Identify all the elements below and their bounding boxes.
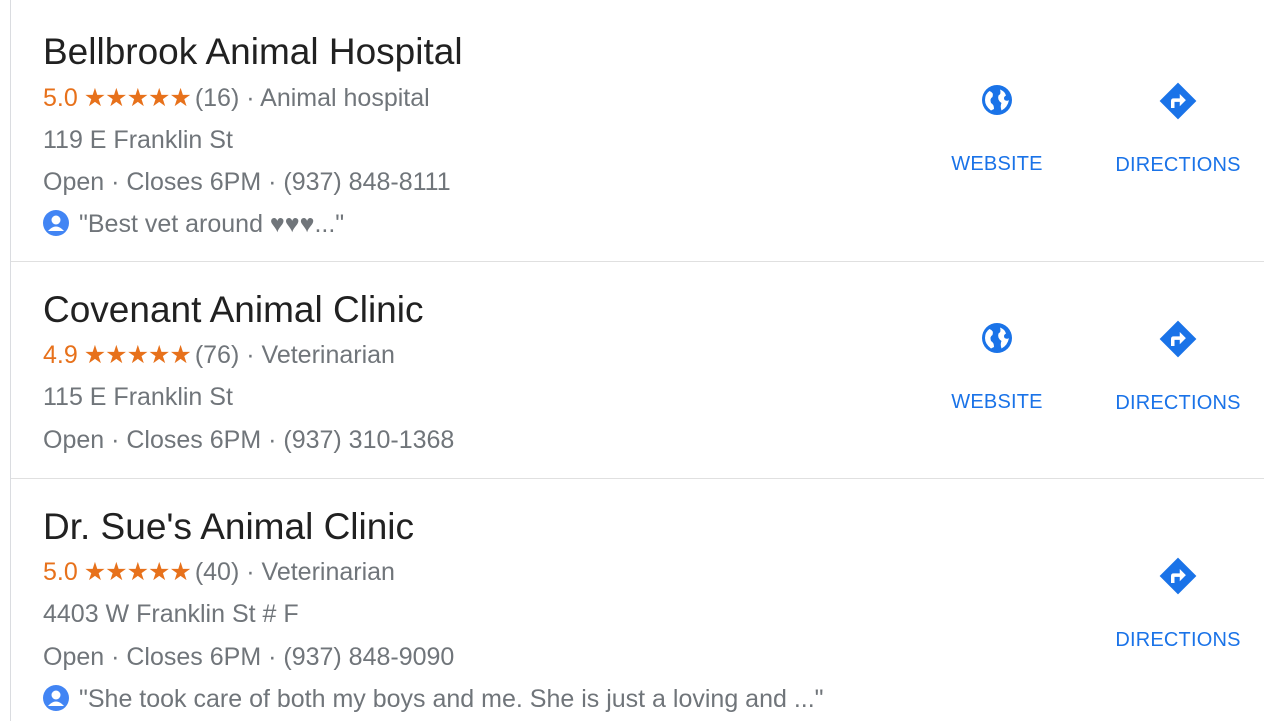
directions-button[interactable]: DIRECTIONS xyxy=(1114,80,1242,175)
hours-status: Open · Closes 6PM xyxy=(43,426,262,454)
business-address: 119 E Franklin St xyxy=(43,126,233,154)
separator: · xyxy=(246,558,255,586)
rating-row: 5.0 ★★★★★ (16) · Animal hospital xyxy=(43,86,430,111)
directions-icon xyxy=(1159,557,1197,595)
hours-row: Open · Closes 6PM · (937) 848-9090 xyxy=(43,645,454,670)
business-category: Animal hospital xyxy=(260,84,430,112)
phone-number[interactable]: (937) 848-9090 xyxy=(283,643,454,671)
review-snippet: "She took care of both my boys and me. S… xyxy=(79,685,824,713)
business-name[interactable]: Covenant Animal Clinic xyxy=(43,291,423,328)
listing-card[interactable]: Dr. Sue's Animal Clinic 5.0 ★★★★★ (40) · V… xyxy=(11,479,1264,721)
business-category: Veterinarian xyxy=(261,341,395,369)
website-label[interactable]: WEBSITE xyxy=(947,154,1047,174)
separator: · xyxy=(268,168,277,196)
separator: · xyxy=(246,341,255,369)
website-label[interactable]: WEBSITE xyxy=(947,392,1047,412)
star-rating: ★★★★★ xyxy=(83,558,192,586)
review-count[interactable]: (16) xyxy=(195,84,239,112)
directions-icon xyxy=(1159,82,1197,120)
star-rating: ★★★★★ xyxy=(83,84,192,112)
phone-number[interactable]: (937) 848-8111 xyxy=(283,168,450,196)
separator: · xyxy=(268,426,277,454)
business-address: 115 E Franklin St xyxy=(43,383,233,411)
phone-number[interactable]: (937) 310-1368 xyxy=(283,426,454,454)
review-snippet: "Best vet around ♥♥♥..." xyxy=(79,210,345,238)
listing-card[interactable]: Bellbrook Animal Hospital 5.0 ★★★★★ (16) ·… xyxy=(11,0,1264,262)
separator: · xyxy=(268,643,277,671)
rating-row: 4.9 ★★★★★ (76) · Veterinarian xyxy=(43,343,395,368)
review-row: "She took care of both my boys and me. S… xyxy=(43,685,824,712)
directions-icon xyxy=(1159,320,1197,358)
globe-icon xyxy=(982,323,1012,353)
review-count[interactable]: (40) xyxy=(195,558,239,586)
rating-value: 5.0 xyxy=(43,84,78,112)
rating-value: 5.0 xyxy=(43,558,78,586)
hours-row: Open · Closes 6PM · (937) 848-8111 xyxy=(43,170,451,195)
rating-value: 4.9 xyxy=(43,341,78,369)
user-avatar-icon xyxy=(43,210,69,236)
hours-status: Open · Closes 6PM xyxy=(43,643,262,671)
review-row: "Best vet around ♥♥♥..." xyxy=(43,210,344,237)
globe-icon xyxy=(982,85,1012,115)
directions-label[interactable]: DIRECTIONS xyxy=(1114,630,1242,650)
business-name[interactable]: Bellbrook Animal Hospital xyxy=(43,33,463,70)
star-rating: ★★★★★ xyxy=(83,341,192,369)
user-avatar-icon xyxy=(43,685,69,711)
directions-label[interactable]: DIRECTIONS xyxy=(1114,155,1242,175)
hours-status: Open · Closes 6PM xyxy=(43,168,262,196)
directions-button[interactable]: DIRECTIONS xyxy=(1114,555,1242,650)
rating-row: 5.0 ★★★★★ (40) · Veterinarian xyxy=(43,560,395,585)
hours-row: Open · Closes 6PM · (937) 310-1368 xyxy=(43,428,454,453)
business-category: Veterinarian xyxy=(261,558,395,586)
directions-button[interactable]: DIRECTIONS xyxy=(1114,318,1242,413)
directions-label[interactable]: DIRECTIONS xyxy=(1114,393,1242,413)
separator: · xyxy=(246,84,255,112)
business-address: 4403 W Franklin St # F xyxy=(43,600,299,628)
website-button[interactable]: WEBSITE xyxy=(947,82,1047,174)
listing-card[interactable]: Covenant Animal Clinic 4.9 ★★★★★ (76) · Ve… xyxy=(11,262,1264,479)
website-button[interactable]: WEBSITE xyxy=(947,320,1047,412)
business-name[interactable]: Dr. Sue's Animal Clinic xyxy=(43,508,414,545)
review-count[interactable]: (76) xyxy=(195,341,239,369)
